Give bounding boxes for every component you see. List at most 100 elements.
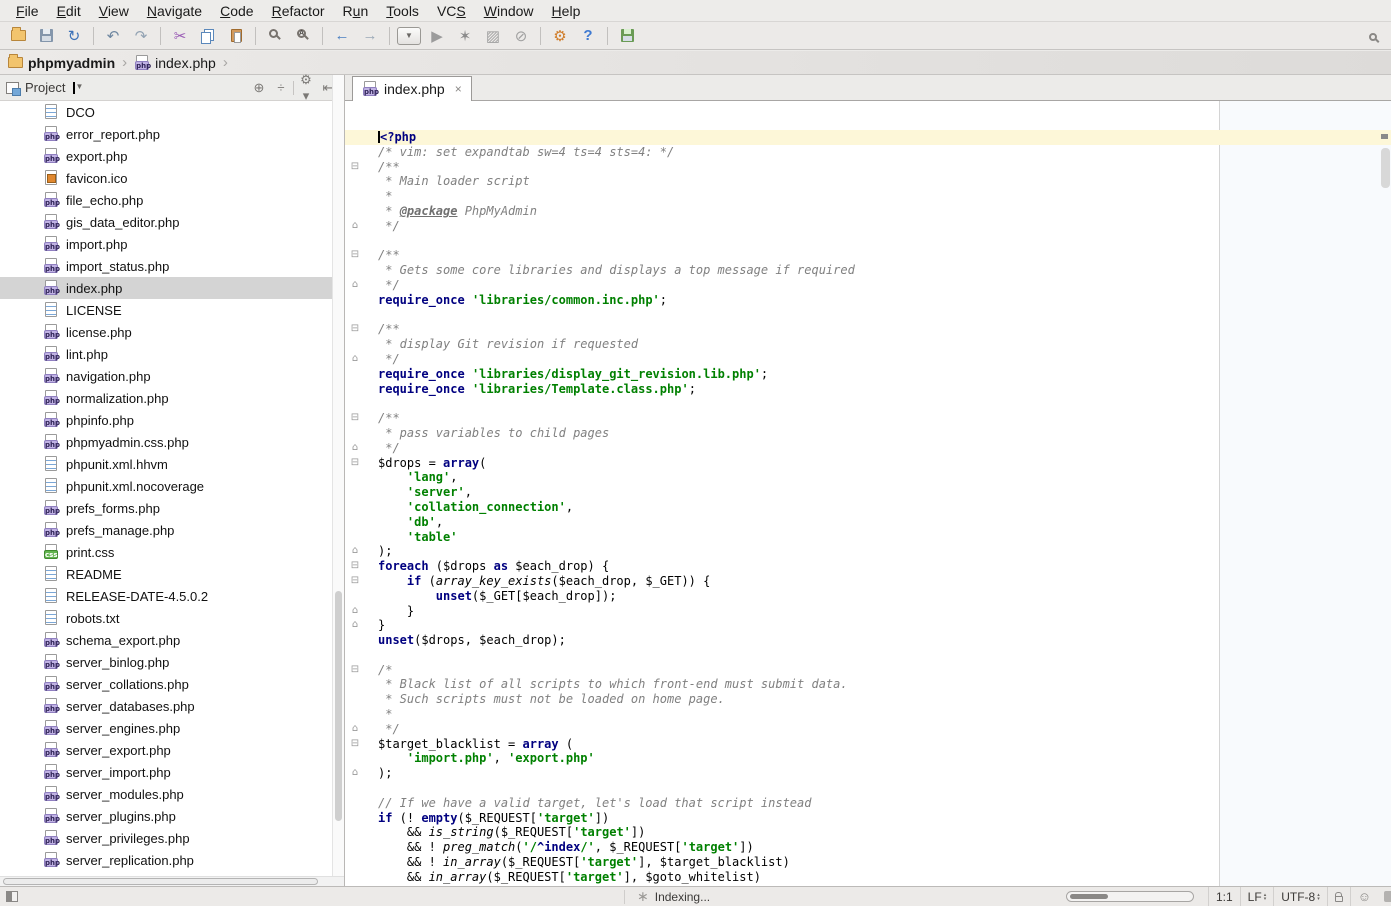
close-tab-icon[interactable]: × <box>455 82 462 96</box>
project-panel-title[interactable]: Project <box>25 80 65 95</box>
inspection-profile-widget[interactable]: ☺ <box>1350 887 1378 906</box>
fold-start-icon[interactable]: ⊟ <box>349 663 361 678</box>
project-tree-horizontal-scrollbar[interactable] <box>0 876 344 886</box>
fold-start-icon[interactable]: ⊟ <box>349 737 361 752</box>
tree-item-navigation.php[interactable]: phpnavigation.php <box>0 365 332 387</box>
menu-edit[interactable]: Edit <box>49 1 89 21</box>
menu-code[interactable]: Code <box>212 1 261 21</box>
cut-icon[interactable]: ✂ <box>168 25 192 47</box>
rerun-icon[interactable]: ⊘ <box>509 25 533 47</box>
forward-icon[interactable]: → <box>358 25 382 47</box>
paste-icon[interactable] <box>224 25 248 47</box>
fold-start-icon[interactable]: ⊟ <box>349 456 361 471</box>
fold-end-icon[interactable]: ⌂ <box>349 219 361 234</box>
code-editor[interactable]: <?php/* vim: set expandtab sw=4 ts=4 sts… <box>345 101 1391 886</box>
tree-item-server_replication.php[interactable]: phpserver_replication.php <box>0 849 332 871</box>
fold-start-icon[interactable]: ⊟ <box>349 322 361 337</box>
redo-icon[interactable]: ↷ <box>129 25 153 47</box>
menu-help[interactable]: Help <box>544 1 589 21</box>
caret-position-widget[interactable]: 1:1 <box>1208 887 1240 906</box>
chevron-down-icon[interactable]: ▼ <box>73 82 75 94</box>
tree-item-phpmyadmin.css.php[interactable]: phpphpmyadmin.css.php <box>0 431 332 453</box>
fold-end-icon[interactable]: ⌂ <box>349 352 361 367</box>
tree-item-export.php[interactable]: phpexport.php <box>0 145 332 167</box>
tree-item-server_engines.php[interactable]: phpserver_engines.php <box>0 717 332 739</box>
menu-tools[interactable]: Tools <box>378 1 427 21</box>
scrollbar-thumb[interactable] <box>3 878 318 885</box>
save-icon[interactable] <box>34 25 58 47</box>
project-tree-vertical-scrollbar[interactable] <box>332 75 344 876</box>
tree-item-server_privileges.php[interactable]: phpserver_privileges.php <box>0 827 332 849</box>
save-all-icon[interactable] <box>615 25 639 47</box>
fold-end-icon[interactable]: ⌂ <box>349 766 361 781</box>
tree-item-server_modules.php[interactable]: phpserver_modules.php <box>0 783 332 805</box>
tree-item-DCO[interactable]: DCO <box>0 101 332 123</box>
menu-run[interactable]: Run <box>335 1 377 21</box>
tree-item-server_databases.php[interactable]: phpserver_databases.php <box>0 695 332 717</box>
tree-item-LICENSE[interactable]: LICENSE <box>0 299 332 321</box>
breadcrumb-project[interactable]: phpmyadmin <box>28 55 115 71</box>
fold-end-icon[interactable]: ⌂ <box>349 722 361 737</box>
readonly-lock-widget[interactable] <box>1327 887 1350 906</box>
fold-end-icon[interactable]: ⌂ <box>349 441 361 456</box>
tree-item-gis_data_editor.php[interactable]: phpgis_data_editor.php <box>0 211 332 233</box>
tree-item-favicon.ico[interactable]: favicon.ico <box>0 167 332 189</box>
tree-item-import_status.php[interactable]: phpimport_status.php <box>0 255 332 277</box>
undo-icon[interactable]: ↶ <box>101 25 125 47</box>
toolwindow-toggle-icon[interactable] <box>6 891 18 902</box>
tree-item-import.php[interactable]: phpimport.php <box>0 233 332 255</box>
tree-item-file_echo.php[interactable]: phpfile_echo.php <box>0 189 332 211</box>
encoding-widget[interactable]: UTF-8▴▾ <box>1273 887 1327 906</box>
settings-icon[interactable]: ⚙ <box>548 25 572 47</box>
tree-item-server_collations.php[interactable]: phpserver_collations.php <box>0 673 332 695</box>
search-everywhere-icon[interactable] <box>1361 26 1385 48</box>
collapse-all-icon[interactable]: ÷ <box>271 80 291 95</box>
menu-navigate[interactable]: Navigate <box>139 1 210 21</box>
synchronize-icon[interactable]: ↻ <box>62 25 86 47</box>
fold-start-icon[interactable]: ⊟ <box>349 411 361 426</box>
menu-refactor[interactable]: Refactor <box>264 1 333 21</box>
tree-item-server_plugins.php[interactable]: phpserver_plugins.php <box>0 805 332 827</box>
menu-window[interactable]: Window <box>476 1 542 21</box>
menu-file[interactable]: File <box>8 1 47 21</box>
tree-item-prefs_manage.php[interactable]: phpprefs_manage.php <box>0 519 332 541</box>
line-separator-widget[interactable]: LF▴▾ <box>1240 887 1274 906</box>
tree-item-server_export.php[interactable]: phpserver_export.php <box>0 739 332 761</box>
tree-item-server_import.php[interactable]: phpserver_import.php <box>0 761 332 783</box>
fold-start-icon[interactable]: ⊟ <box>349 248 361 263</box>
tree-item-license.php[interactable]: phplicense.php <box>0 321 332 343</box>
tree-item-RELEASE-DATE-4.5.0.2[interactable]: RELEASE-DATE-4.5.0.2 <box>0 585 332 607</box>
copy-icon[interactable] <box>196 25 220 47</box>
notification-bubble-icon[interactable] <box>1384 891 1391 902</box>
tree-item-print.css[interactable]: cssprint.css <box>0 541 332 563</box>
menu-view[interactable]: View <box>91 1 137 21</box>
tree-item-index.php[interactable]: phpindex.php <box>0 277 332 299</box>
tree-item-server_binlog.php[interactable]: phpserver_binlog.php <box>0 651 332 673</box>
tree-item-lint.php[interactable]: phplint.php <box>0 343 332 365</box>
menu-vcs[interactable]: VCS <box>429 1 474 21</box>
fold-start-icon[interactable]: ⊟ <box>349 574 361 589</box>
replace-icon[interactable] <box>291 25 315 47</box>
coverage-icon[interactable]: ▨ <box>481 25 505 47</box>
debug-bug-icon[interactable]: ✶ <box>453 25 477 47</box>
gear-icon[interactable]: ⚙ ▾ <box>296 72 316 104</box>
fold-start-icon[interactable]: ⊟ <box>349 559 361 574</box>
fold-end-icon[interactable]: ⌂ <box>349 544 361 559</box>
breadcrumb-file[interactable]: index.php <box>155 55 216 71</box>
tree-item-README[interactable]: README <box>0 563 332 585</box>
tab-index-php[interactable]: php index.php × <box>352 76 472 101</box>
find-icon[interactable] <box>263 25 287 47</box>
tree-item-phpinfo.php[interactable]: phpphpinfo.php <box>0 409 332 431</box>
help-icon[interactable]: ? <box>576 25 600 47</box>
scrollbar-thumb[interactable] <box>335 591 342 821</box>
fold-start-icon[interactable]: ⊟ <box>349 160 361 175</box>
tree-item-schema_export.php[interactable]: phpschema_export.php <box>0 629 332 651</box>
tree-item-phpunit.xml.nocoverage[interactable]: phpunit.xml.nocoverage <box>0 475 332 497</box>
run-icon[interactable]: ▶ <box>425 25 449 47</box>
tree-item-error_report.php[interactable]: phperror_report.php <box>0 123 332 145</box>
tree-item-prefs_forms.php[interactable]: phpprefs_forms.php <box>0 497 332 519</box>
tree-item-phpunit.xml.hhvm[interactable]: phpunit.xml.hhvm <box>0 453 332 475</box>
fold-end-icon[interactable]: ⌂ <box>349 618 361 633</box>
error-stripe-caret-mark[interactable] <box>1381 134 1388 139</box>
tree-item-normalization.php[interactable]: phpnormalization.php <box>0 387 332 409</box>
